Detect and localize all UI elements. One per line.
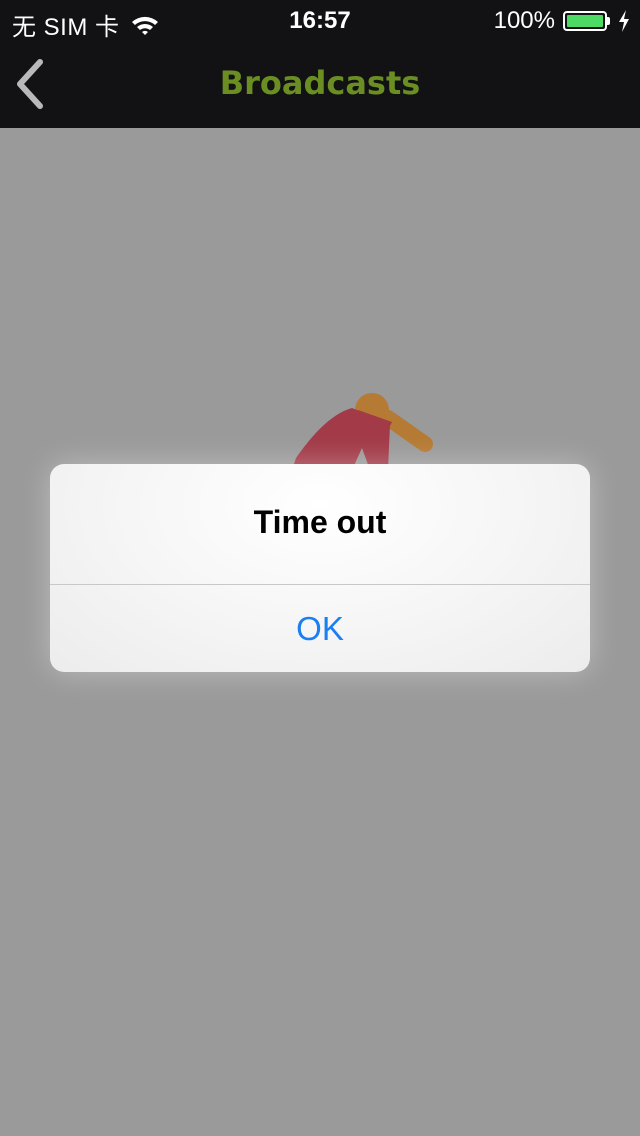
ok-button[interactable]: OK [50,585,590,672]
alert-title: Time out [253,504,387,540]
alert-dialog: Time out OK [50,464,590,672]
alert-overlay: Time out OK [0,0,640,1136]
